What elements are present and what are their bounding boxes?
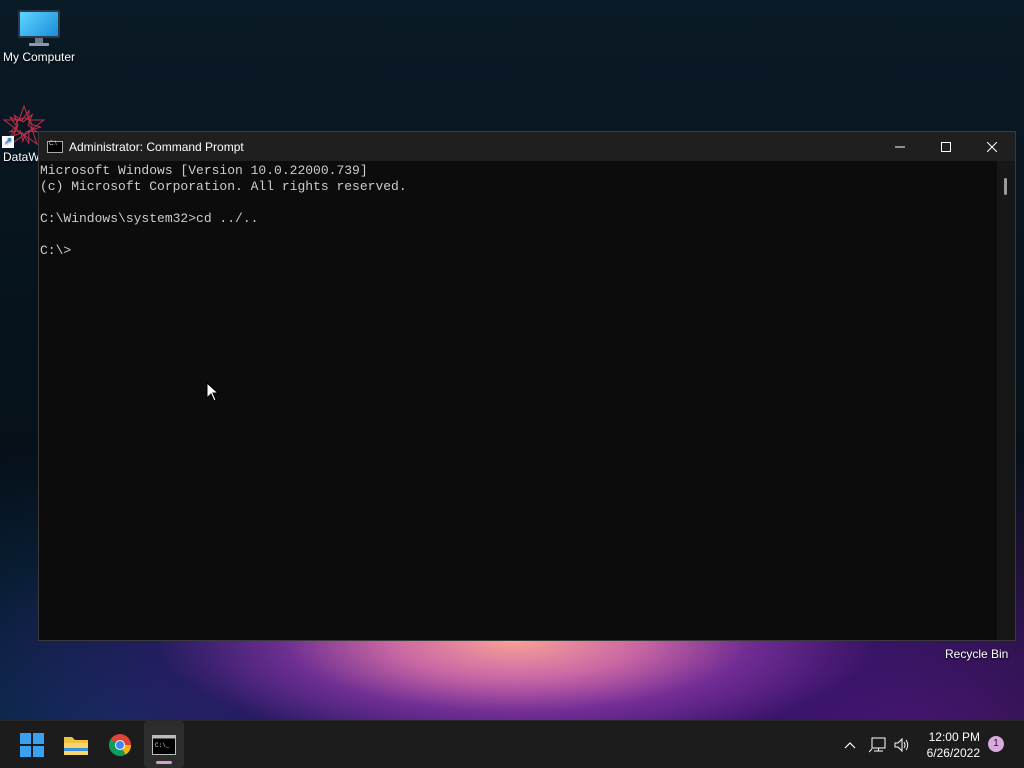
- monitor-icon: [18, 10, 60, 46]
- clock[interactable]: 12:00 PM 6/26/2022: [927, 729, 980, 761]
- recycle-bin-desktop-icon[interactable]: Recycle Bin: [945, 647, 1008, 661]
- my-computer-desktop-icon[interactable]: My Computer: [0, 10, 78, 64]
- maximize-icon: [941, 141, 951, 152]
- windows-logo-icon: [20, 732, 44, 757]
- speaker-icon: [894, 737, 909, 752]
- close-icon: [987, 141, 997, 152]
- minimize-button[interactable]: [877, 132, 923, 161]
- notification-badge[interactable]: 1: [988, 736, 1004, 752]
- minimize-icon: [895, 146, 905, 147]
- recycle-bin-label: Recycle Bin: [945, 647, 1009, 661]
- terminal-icon: C:\_: [152, 734, 176, 755]
- my-computer-label: My Computer: [2, 50, 76, 64]
- chrome-icon: [109, 733, 131, 756]
- maximize-button[interactable]: [923, 132, 969, 161]
- mouse-pointer-icon: [206, 382, 220, 402]
- system-tray: [838, 721, 914, 768]
- svg-text:C:\_: C:\_: [155, 742, 170, 749]
- terminal-line: ​: [40, 195, 997, 211]
- vertical-scrollbar[interactable]: [997, 161, 1015, 640]
- title-bar[interactable]: Administrator: Command Prompt: [39, 132, 1015, 161]
- show-hidden-icons-button[interactable]: [838, 741, 862, 749]
- command-prompt-icon: [47, 140, 63, 153]
- scrollbar-thumb[interactable]: [1004, 178, 1007, 195]
- network-icon: [869, 737, 886, 752]
- clock-date: 6/26/2022: [926, 746, 980, 760]
- network-button[interactable]: [866, 737, 890, 753]
- terminal-output[interactable]: Microsoft Windows [Version 10.0.22000.73…: [39, 161, 997, 640]
- active-app-indicator: [156, 761, 172, 764]
- terminal-line: C:\Windows\system32>cd ../..: [40, 211, 259, 226]
- command-prompt-window[interactable]: Administrator: Command Prompt Microsoft …: [38, 131, 1016, 641]
- terminal-line: ​: [40, 227, 997, 243]
- command-prompt-taskbar-button[interactable]: C:\_: [144, 721, 184, 768]
- terminal-line: Microsoft Windows [Version 10.0.22000.73…: [40, 163, 368, 178]
- volume-button[interactable]: [890, 737, 914, 753]
- folder-icon: [64, 736, 88, 755]
- datawrapper-desktop-icon[interactable]: ↗ DataW: [2, 104, 46, 164]
- shortcut-arrow-icon: ↗: [2, 136, 14, 148]
- terminal-line: (c) Microsoft Corporation. All rights re…: [40, 179, 407, 194]
- chevron-up-icon: [844, 741, 856, 748]
- close-button[interactable]: [969, 132, 1015, 161]
- datawrapper-label: DataW: [3, 150, 40, 164]
- file-explorer-button[interactable]: [56, 721, 96, 768]
- window-title: Administrator: Command Prompt: [69, 139, 244, 154]
- chrome-button[interactable]: [100, 721, 140, 768]
- terminal-prompt-line: C:\>: [40, 243, 72, 258]
- start-button[interactable]: [12, 721, 52, 768]
- taskbar: C:\_ 12:00 PM 6/26/2022: [0, 720, 1024, 768]
- clock-time: 12:00 PM: [928, 730, 980, 744]
